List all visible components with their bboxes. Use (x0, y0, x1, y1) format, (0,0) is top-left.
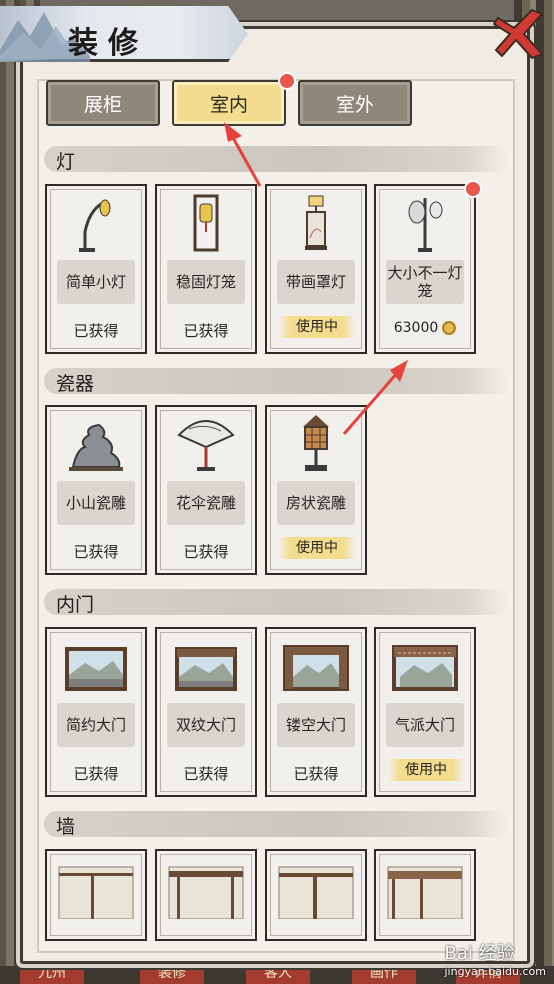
in-use-badge: 使用中 (279, 537, 355, 559)
door-frame-icon (283, 645, 349, 691)
item-name: 小山瓷雕 (57, 481, 135, 525)
item-status: 已获得 (73, 543, 119, 561)
lamp-icon (79, 199, 111, 252)
item-status: 已获得 (183, 322, 229, 340)
bottom-nav-item[interactable]: 装修 (140, 962, 204, 984)
double-lantern-icon (408, 198, 443, 252)
title-banner: 装修 (0, 6, 248, 62)
tab-label: 展柜 (83, 93, 122, 116)
item-card[interactable]: 简约大门 已获得 (45, 627, 147, 797)
item-status: 已获得 (183, 765, 229, 783)
item-name: 气派大门 (386, 703, 464, 747)
item-price: 63000 (376, 320, 474, 336)
bottom-nav-item[interactable]: 客人 (246, 962, 310, 984)
tab-display-cabinet[interactable]: 展柜 (46, 80, 160, 126)
notification-dot (464, 180, 482, 198)
item-name: 镂空大门 (277, 703, 355, 747)
item-card[interactable] (45, 849, 147, 941)
watermark-brand: Bai 经验 (444, 943, 515, 964)
item-card[interactable]: 大小不一灯笼 63000 (374, 180, 482, 354)
screen-lamp-icon (305, 195, 327, 250)
tab-label: 室外 (335, 93, 374, 116)
item-name: 简约大门 (57, 703, 135, 747)
item-card[interactable] (374, 849, 476, 941)
item-card[interactable]: 镂空大门 已获得 (265, 627, 367, 797)
in-use-badge: 使用中 (388, 759, 464, 781)
item-status: 已获得 (73, 765, 119, 783)
item-card[interactable]: 气派大门 使用中 (374, 627, 476, 797)
section-header-porcelain (44, 368, 510, 394)
watermark-url: jingyan.baidu.com (444, 965, 546, 978)
notification-dot (278, 72, 296, 90)
item-name: 简单小灯 (57, 260, 135, 304)
coin-icon (442, 321, 457, 335)
section-header-lamps (44, 146, 510, 172)
item-name: 花伞瓷雕 (167, 481, 245, 525)
bottom-nav-item[interactable]: 九州 (20, 962, 84, 984)
item-card[interactable] (155, 849, 257, 941)
item-name: 房状瓷雕 (277, 481, 355, 525)
item-card[interactable]: 带画罩灯 使用中 (265, 184, 367, 354)
tab-outdoor[interactable]: 室外 (298, 80, 412, 126)
item-card[interactable]: 简单小灯 已获得 (45, 184, 147, 354)
category-tabs: 展柜 室内 室外 (46, 72, 412, 126)
pagoda-sculpture-icon (303, 415, 329, 471)
wall-icon (58, 866, 134, 919)
door-frame-icon (392, 645, 458, 691)
item-card[interactable]: 花伞瓷雕 已获得 (155, 405, 257, 575)
item-name: 带画罩灯 (277, 260, 355, 304)
bottom-nav-item[interactable]: 画作 (352, 962, 416, 984)
item-card[interactable] (265, 849, 367, 941)
item-card[interactable]: 双纹大门 已获得 (155, 627, 257, 797)
watermark: Bai 经验 jingyan.baidu.com (444, 939, 546, 978)
rock-sculpture-icon (69, 423, 123, 471)
item-name: 双纹大门 (167, 703, 245, 747)
section-header-walls (44, 811, 510, 837)
fan-sculpture-icon (177, 420, 235, 471)
item-card[interactable]: 房状瓷雕 使用中 (265, 405, 367, 575)
item-name: 稳固灯笼 (167, 260, 245, 304)
item-status: 已获得 (73, 322, 119, 340)
price-value: 63000 (393, 320, 439, 336)
section-title: 内门 (56, 594, 95, 616)
door-frame-icon (175, 647, 237, 691)
page-title: 装修 (68, 26, 148, 61)
door-frame-icon (65, 647, 127, 691)
item-status: 已获得 (183, 543, 229, 561)
wall-icon (278, 866, 354, 919)
wall-icon (387, 866, 463, 919)
close-icon[interactable] (492, 4, 548, 64)
tab-label: 室内 (209, 93, 248, 116)
item-name: 大小不一灯笼 (386, 260, 464, 304)
in-use-badge: 使用中 (279, 316, 355, 338)
tab-indoor[interactable]: 室内 (172, 72, 296, 126)
section-header-inner-doors (44, 589, 510, 615)
section-title: 墙 (56, 816, 76, 838)
wall-icon (168, 866, 244, 919)
section-title: 瓷器 (56, 373, 95, 395)
item-card[interactable]: 小山瓷雕 已获得 (45, 405, 147, 575)
section-title: 灯 (56, 151, 76, 173)
lantern-icon (193, 194, 219, 252)
item-card[interactable]: 稳固灯笼 已获得 (155, 184, 257, 354)
item-status: 已获得 (293, 765, 339, 783)
